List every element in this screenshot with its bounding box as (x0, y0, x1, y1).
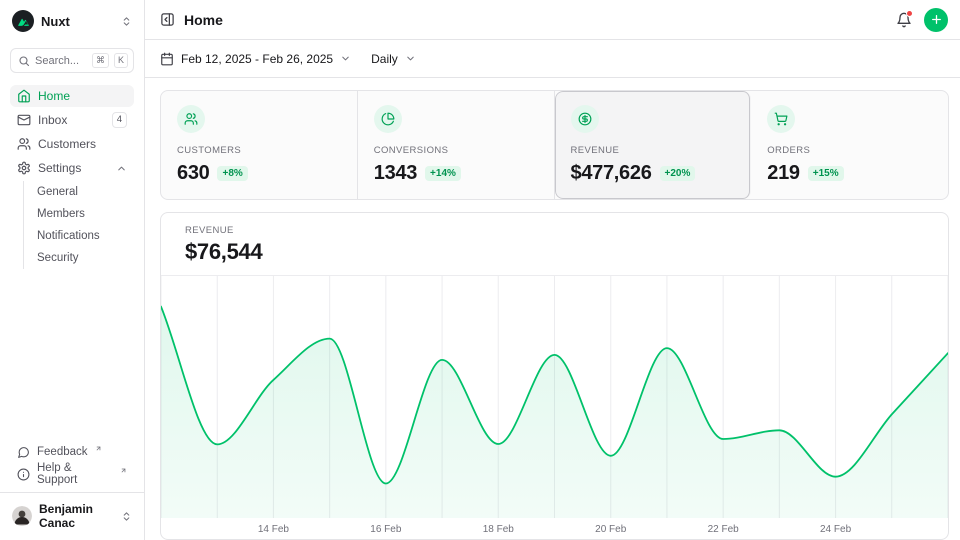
chevron-up-icon (116, 163, 127, 174)
sidebar-item-label: Settings (38, 161, 81, 175)
chat-bubble-icon (17, 446, 30, 459)
stat-value: 219 (767, 162, 799, 185)
users-icon (17, 137, 31, 151)
page-title: Home (184, 12, 223, 28)
sidebar-spacer (10, 269, 134, 441)
chevrons-up-down-icon (121, 511, 132, 522)
sidebar-item-notifications[interactable]: Notifications (24, 225, 134, 247)
x-axis: 14 Feb 16 Feb 18 Feb 20 Feb 22 Feb 24 Feb (161, 518, 948, 539)
cart-icon (767, 105, 795, 133)
stat-card-conversions[interactable]: CONVERSIONS 1343 +14% (358, 91, 555, 199)
sidebar-item-settings[interactable]: Settings (10, 157, 134, 179)
sidebar-nav: Home Inbox 4 Customers Settings General … (10, 85, 134, 269)
stat-label: CONVERSIONS (374, 145, 538, 156)
stat-value: 1343 (374, 162, 417, 185)
kbd-k: K (114, 53, 128, 68)
user-menu[interactable]: Benjamin Canac (10, 493, 134, 532)
external-link-icon (95, 445, 102, 452)
chart-header: REVENUE $76,544 (161, 213, 948, 275)
x-axis-tick: 16 Feb (370, 524, 401, 535)
stat-card-orders[interactable]: ORDERS 219 +15% (751, 91, 948, 199)
info-circle-icon (17, 468, 30, 481)
stats-row: CUSTOMERS 630 +8% CONVERSIONS 1343 +14% … (160, 90, 949, 200)
sidebar-item-home[interactable]: Home (10, 85, 134, 107)
app-header: Home (145, 0, 960, 40)
users-icon (177, 105, 205, 133)
x-axis-tick: 24 Feb (820, 524, 851, 535)
kbd-cmd: ⌘ (92, 53, 109, 68)
search-icon (18, 55, 30, 67)
date-range-label: Feb 12, 2025 - Feb 26, 2025 (181, 52, 333, 66)
sidebar-item-customers[interactable]: Customers (10, 133, 134, 155)
help-support-link[interactable]: Help & Support (10, 463, 134, 485)
nuxt-logo-icon (12, 10, 34, 32)
settings-subnav: General Members Notifications Security (23, 181, 134, 269)
delta-badge: +15% (808, 166, 844, 181)
sidebar-item-security[interactable]: Security (24, 247, 134, 269)
delta-badge: +14% (425, 166, 461, 181)
x-axis-tick: 22 Feb (708, 524, 739, 535)
home-icon (17, 89, 31, 103)
feedback-link[interactable]: Feedback (10, 441, 134, 463)
sidebar-item-general[interactable]: General (24, 181, 134, 203)
page-content: CUSTOMERS 630 +8% CONVERSIONS 1343 +14% … (145, 78, 960, 540)
x-axis-tick: 14 Feb (258, 524, 289, 535)
new-item-button[interactable] (924, 8, 948, 32)
external-link-icon (120, 467, 127, 474)
chevrons-up-down-icon (121, 16, 132, 27)
workspace-name: Nuxt (41, 14, 70, 29)
user-name: Benjamin Canac (39, 502, 114, 530)
revenue-area-chart[interactable] (161, 275, 948, 518)
gear-icon (17, 161, 31, 175)
chart-title: REVENUE (185, 225, 924, 236)
avatar (12, 506, 32, 526)
chevron-down-icon (405, 53, 416, 64)
chart-current-value: $76,544 (185, 239, 924, 265)
stat-label: CUSTOMERS (177, 145, 341, 156)
notification-dot (906, 10, 913, 17)
footer-link-label: Feedback (37, 446, 88, 458)
search-placeholder: Search... (35, 55, 87, 67)
footer-link-label: Help & Support (37, 462, 113, 486)
stat-label: REVENUE (571, 145, 735, 156)
dollar-circle-icon (571, 105, 599, 133)
main-area: Home Feb 12, 2025 - Feb 26, 2025 Daily (145, 0, 960, 540)
stat-value: 630 (177, 162, 209, 185)
x-axis-tick: 20 Feb (595, 524, 626, 535)
stat-label: ORDERS (767, 145, 932, 156)
notifications-button[interactable] (896, 12, 912, 28)
stat-card-customers[interactable]: CUSTOMERS 630 +8% (161, 91, 358, 199)
date-range-picker[interactable]: Feb 12, 2025 - Feb 26, 2025 (160, 52, 351, 66)
pie-chart-icon (374, 105, 402, 133)
search-input[interactable]: Search... ⌘ K (10, 48, 134, 73)
sidebar-item-members[interactable]: Members (24, 203, 134, 225)
workspace-switcher[interactable]: Nuxt (10, 8, 134, 34)
sidebar: Nuxt Search... ⌘ K Home Inbox 4 Customer… (0, 0, 145, 540)
delta-badge: +20% (660, 166, 696, 181)
calendar-icon (160, 52, 174, 66)
period-label: Daily (371, 52, 398, 66)
mail-icon (17, 113, 31, 127)
plus-icon (930, 13, 943, 26)
sidebar-item-label: Home (38, 89, 70, 103)
filter-toolbar: Feb 12, 2025 - Feb 26, 2025 Daily (145, 40, 960, 78)
panel-left-close-icon (160, 12, 175, 27)
stat-card-revenue[interactable]: REVENUE $477,626 +20% (555, 91, 752, 199)
x-axis-tick: 18 Feb (483, 524, 514, 535)
revenue-chart-panel: REVENUE $76,544 14 Feb16 Feb18 Feb20 (160, 212, 949, 540)
delta-badge: +8% (217, 166, 247, 181)
chevron-down-icon (340, 53, 351, 64)
sidebar-item-inbox[interactable]: Inbox 4 (10, 109, 134, 131)
chart-svg (161, 275, 948, 518)
inbox-count-badge: 4 (112, 112, 127, 127)
sidebar-item-label: Inbox (38, 113, 67, 127)
sidebar-collapse-button[interactable] (160, 12, 175, 27)
sidebar-item-label: Customers (38, 137, 96, 151)
stat-value: $477,626 (571, 162, 652, 185)
period-select[interactable]: Daily (371, 52, 416, 66)
